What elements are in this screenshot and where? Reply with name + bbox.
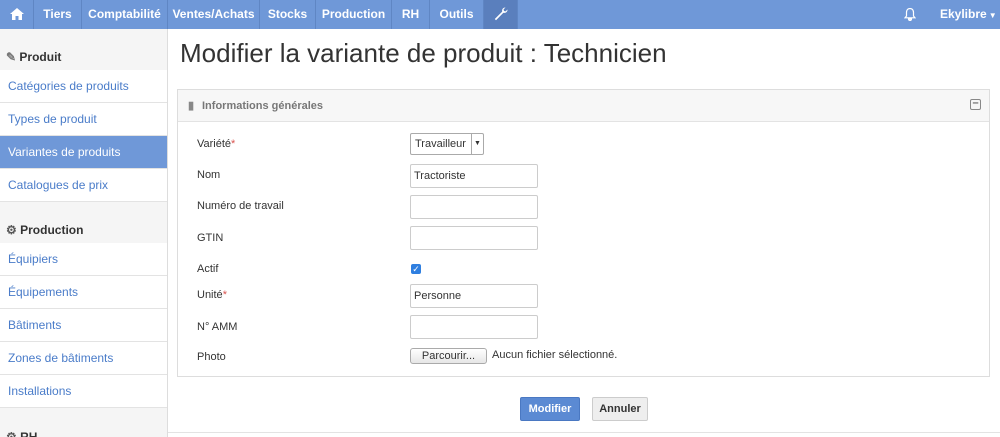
sidebar-item-categories[interactable]: Catégories de produits — [0, 70, 167, 103]
variete-select[interactable]: Travailleur ▼ — [410, 133, 484, 155]
bell-icon[interactable] — [903, 0, 920, 29]
footer-divider — [168, 432, 1000, 433]
sidebar-item-equipements[interactable]: Équipements — [0, 276, 167, 309]
gtin-label: GTIN — [197, 232, 224, 244]
variete-label: Variété* — [197, 138, 235, 150]
modifier-button[interactable]: Modifier — [520, 397, 580, 421]
nom-input[interactable]: Tractoriste — [410, 164, 538, 188]
gears-icon: ⚙ — [6, 223, 17, 237]
collapse-icon[interactable]: – — [970, 98, 981, 110]
photo-label: Photo — [197, 351, 226, 363]
dropdown-arrow-icon: ▼ — [471, 134, 483, 154]
wrench-icon[interactable] — [484, 0, 518, 29]
book-icon: ▮ — [188, 100, 195, 112]
sidebar-item-catalogues[interactable]: Catalogues de prix — [0, 169, 167, 202]
annuler-button[interactable]: Annuler — [592, 397, 648, 421]
sidebar-item-equipiers[interactable]: Équipiers — [0, 243, 167, 276]
nav-stocks[interactable]: Stocks — [260, 0, 316, 29]
variete-label-text: Variété — [197, 138, 232, 150]
nav-ventes-achats[interactable]: Ventes/Achats — [168, 0, 260, 29]
nom-label: Nom — [197, 169, 221, 181]
required-mark: * — [231, 138, 236, 150]
sidebar-section-rh: ⚙ RH — [0, 417, 167, 437]
sidebar-section-label: Production — [20, 223, 84, 237]
sidebar-section-label: Produit — [19, 50, 62, 64]
sidebar-item-batiments[interactable]: Bâtiments — [0, 309, 167, 342]
general-info-panel: ▮ Informations générales – — [177, 89, 990, 377]
gtin-input[interactable] — [410, 226, 538, 250]
sidebar-item-types[interactable]: Types de produit — [0, 103, 167, 136]
unite-input[interactable]: Personne — [410, 284, 538, 308]
nav-outils[interactable]: Outils — [430, 0, 484, 29]
unite-label: Unité* — [197, 289, 227, 301]
sidebar-item-zones[interactable]: Zones de bâtiments — [0, 342, 167, 375]
user-name: Ekylibre — [940, 7, 987, 21]
gears-icon: ⚙ — [6, 430, 17, 437]
panel-title: Informations générales — [202, 100, 324, 112]
file-status: Aucun fichier sélectionné. — [492, 349, 618, 361]
page-title: Modifier la variante de produit : Techni… — [180, 38, 667, 68]
variete-select-value: Travailleur — [415, 138, 466, 150]
nav-comptabilite[interactable]: Comptabilité — [82, 0, 168, 29]
unite-label-text: Unité — [197, 289, 223, 301]
nav-tiers[interactable]: Tiers — [34, 0, 82, 29]
amm-label: N° AMM — [197, 321, 238, 333]
home-icon[interactable] — [0, 0, 34, 29]
required-mark: * — [222, 289, 227, 301]
actif-checkbox[interactable]: ✓ — [411, 264, 421, 274]
user-menu[interactable]: Ekylibre ▼ — [940, 0, 997, 29]
sidebar-section-label: RH — [20, 430, 38, 437]
top-navigation: Tiers Comptabilité Ventes/Achats Stocks … — [0, 0, 1000, 29]
numero-travail-label: Numéro de travail — [197, 200, 284, 212]
sidebar-item-variantes[interactable]: Variantes de produits — [0, 136, 167, 169]
sidebar-item-installations[interactable]: Installations — [0, 375, 167, 408]
numero-travail-input[interactable] — [410, 195, 538, 219]
nav-production[interactable]: Production — [316, 0, 392, 29]
leaf-icon: ✎ — [6, 50, 17, 64]
browse-button[interactable]: Parcourir... — [410, 348, 487, 364]
panel-header: ▮ Informations générales – — [178, 90, 989, 122]
actif-label: Actif — [197, 263, 219, 275]
nav-rh[interactable]: RH — [392, 0, 430, 29]
amm-input[interactable] — [410, 315, 538, 339]
sidebar: ✎ Produit Catégories de produits Types d… — [0, 29, 168, 437]
caret-down-icon: ▼ — [988, 11, 997, 20]
